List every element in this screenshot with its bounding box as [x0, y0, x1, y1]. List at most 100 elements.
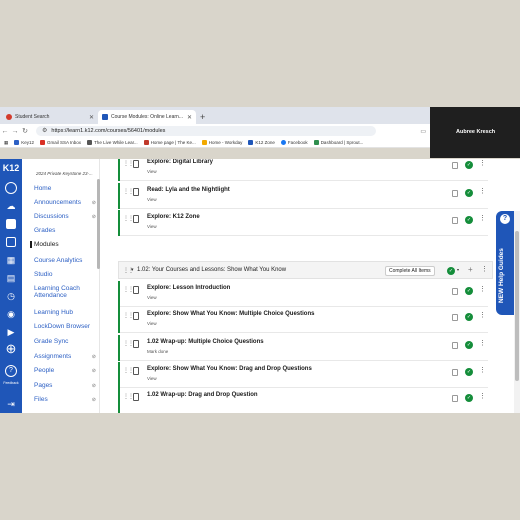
course-nav-item[interactable]: Assignments ⊘ — [34, 353, 96, 360]
module-item-row[interactable]: ⋮⋮ Read: Lyla and the Nightlight View ✓ ⋮ — [118, 183, 488, 209]
feedback-label[interactable]: Feedback — [0, 381, 22, 385]
courses-icon[interactable] — [4, 235, 18, 249]
duplicate-icon[interactable] — [452, 190, 458, 197]
help-guides-tab[interactable]: ? NEW Help Guides — [496, 211, 514, 315]
bookmark-item[interactable]: Gmail SSA Inbox — [40, 140, 81, 145]
reload-icon[interactable]: ↻ — [20, 127, 30, 135]
module-item-status[interactable]: View — [147, 224, 157, 229]
forward-icon[interactable]: → — [10, 128, 20, 135]
module-item-status[interactable]: View — [147, 321, 157, 326]
drag-handle-icon[interactable]: ⋮⋮ — [123, 215, 134, 222]
drag-handle-icon[interactable]: ⋮⋮ — [123, 286, 134, 293]
module-item-title[interactable]: Explore: K12 Zone — [147, 214, 200, 220]
published-check-icon[interactable]: ✓ — [447, 267, 455, 275]
published-check-icon[interactable]: ✓ — [465, 161, 473, 169]
bookmark-item[interactable]: The Live While Lear... — [87, 140, 138, 145]
module-item-title[interactable]: Read: Lyla and the Nightlight — [147, 187, 230, 193]
chevron-down-icon[interactable]: ▾ — [457, 267, 459, 272]
bookmark-item[interactable]: Home - Workday — [201, 140, 242, 145]
bookmark-item[interactable]: K12 Zone — [248, 140, 275, 145]
bookmark-item[interactable]: Key12 — [14, 140, 34, 145]
module-item-title[interactable]: 1.02 Wrap-up: Multiple Choice Questions — [147, 339, 264, 345]
module-item-status[interactable]: Mark done — [147, 349, 168, 354]
module-item-title[interactable]: Explore: Show What You Know: Drag and Dr… — [147, 366, 312, 372]
module-item-title[interactable]: Explore: Lesson Introduction — [147, 285, 230, 291]
duplicate-icon[interactable] — [452, 314, 458, 321]
apps-icon[interactable]: ▦ — [4, 140, 8, 146]
course-nav-item[interactable]: LockDown Browser — [34, 323, 96, 330]
module-item-status[interactable]: View — [147, 197, 157, 202]
module-item-title[interactable]: Explore: Digital Library — [147, 159, 213, 165]
bookmark-item[interactable]: Dashboard | Sprout... — [313, 140, 363, 145]
account-icon[interactable] — [4, 181, 18, 195]
more-options-icon[interactable]: ⋮ — [481, 265, 488, 273]
new-tab-button[interactable]: + — [200, 110, 205, 124]
collapse-nav-icon[interactable]: ⇥ — [4, 397, 18, 411]
back-icon[interactable]: ← — [0, 128, 10, 135]
page-scrollbar[interactable] — [514, 211, 520, 413]
published-check-icon[interactable]: ✓ — [465, 313, 473, 321]
calendar-icon[interactable]: ▦ — [4, 253, 18, 267]
duplicate-icon[interactable] — [452, 288, 458, 295]
more-options-icon[interactable]: ⋮ — [479, 311, 486, 319]
site-info-icon[interactable]: ⚙ — [42, 126, 47, 136]
published-check-icon[interactable]: ✓ — [465, 394, 473, 402]
course-nav-item[interactable]: People ⊘ — [34, 367, 96, 374]
admin-icon[interactable]: ☁ — [4, 199, 18, 213]
course-nav-item[interactable]: Learning Coach Attendance — [34, 285, 96, 299]
published-check-icon[interactable]: ✓ — [465, 287, 473, 295]
course-nav-item[interactable]: Learning Hub — [34, 309, 96, 316]
history-icon[interactable]: ◷ — [4, 289, 18, 303]
published-check-icon[interactable]: ✓ — [465, 368, 473, 376]
course-nav-item[interactable]: Course Analytics — [34, 257, 96, 264]
course-nav-item[interactable]: Home — [34, 185, 96, 192]
duplicate-icon[interactable] — [452, 395, 458, 402]
course-nav-scrollbar[interactable] — [97, 179, 100, 269]
more-options-icon[interactable]: ⋮ — [479, 285, 486, 293]
more-options-icon[interactable]: ⋮ — [479, 392, 486, 400]
bookmark-item[interactable]: Home page | The Ke... — [143, 140, 196, 145]
module-item-title[interactable]: Explore: Show What You Know: Multiple Ch… — [147, 311, 314, 317]
module-item-status[interactable]: View — [147, 295, 157, 300]
module-header[interactable]: ⋮⋮ ▾ 1.02: Your Courses and Lessons: Sho… — [118, 261, 493, 279]
commons-icon[interactable]: ◉ — [4, 307, 18, 321]
course-nav-item[interactable]: Announcements ⊘ — [34, 199, 96, 206]
more-options-icon[interactable]: ⋮ — [479, 187, 486, 195]
duplicate-icon[interactable] — [452, 162, 458, 169]
module-item-row[interactable]: ⋮⋮ Explore: Lesson Introduction View ✓ ⋮ — [118, 281, 488, 307]
drag-handle-icon[interactable]: ⋮⋮ — [123, 340, 134, 347]
url-input[interactable]: ⚙ https://learn1.k12.com/courses/56401/m… — [36, 126, 376, 136]
module-item-row[interactable]: ⋮⋮ 1.02 Wrap-up: Drag and Drop Question ✓ ⋮ — [118, 388, 488, 413]
close-icon[interactable]: ✕ — [187, 114, 192, 121]
published-check-icon[interactable]: ✓ — [465, 189, 473, 197]
module-item-row[interactable]: ⋮⋮ Explore: Digital Library View ✓ ⋮ — [118, 159, 488, 181]
dashboard-icon[interactable] — [4, 217, 18, 231]
complete-all-items-button[interactable]: Complete All Items — [385, 266, 435, 276]
course-nav-item[interactable]: Studio — [34, 271, 96, 278]
module-item-row[interactable]: ⋮⋮ 1.02 Wrap-up: Multiple Choice Question… — [118, 335, 488, 361]
module-item-row[interactable]: ⋮⋮ Explore: Show What You Know: Multiple … — [118, 307, 488, 333]
k12-logo[interactable]: K12 — [1, 163, 21, 173]
more-options-icon[interactable]: ⋮ — [479, 339, 486, 347]
module-item-title[interactable]: 1.02 Wrap-up: Drag and Drop Question — [147, 392, 258, 398]
close-icon[interactable]: ✕ — [89, 114, 94, 121]
cast-icon[interactable]: ▭ — [420, 128, 426, 135]
module-item-row[interactable]: ⋮⋮ Explore: K12 Zone View ✓ ⋮ — [118, 210, 488, 236]
drag-handle-icon[interactable]: ⋮⋮ — [123, 160, 134, 167]
duplicate-icon[interactable] — [452, 369, 458, 376]
drag-handle-icon[interactable]: ⋮⋮ — [123, 312, 134, 319]
duplicate-icon[interactable] — [452, 217, 458, 224]
more-options-icon[interactable]: ⋮ — [479, 159, 486, 167]
course-nav-item[interactable]: Discussions ⊘ — [34, 213, 96, 220]
studio-icon[interactable]: ▶ — [4, 325, 18, 339]
drag-handle-icon[interactable]: ⋮⋮ — [123, 367, 134, 374]
course-nav-item[interactable]: Files ⊘ — [34, 396, 96, 403]
module-item-status[interactable]: View — [147, 169, 157, 174]
course-nav-item[interactable]: Modules — [30, 241, 92, 248]
course-nav-item[interactable]: Pages ⊘ — [34, 382, 96, 389]
inbox-icon[interactable]: ▤ — [4, 271, 18, 285]
tab-course-modules[interactable]: Course Modules: Online Learn... ✕ — [98, 110, 196, 124]
module-item-row[interactable]: ⋮⋮ Explore: Show What You Know: Drag and … — [118, 362, 488, 388]
course-nav-item[interactable]: Grades — [34, 227, 96, 234]
module-item-status[interactable]: View — [147, 376, 157, 381]
